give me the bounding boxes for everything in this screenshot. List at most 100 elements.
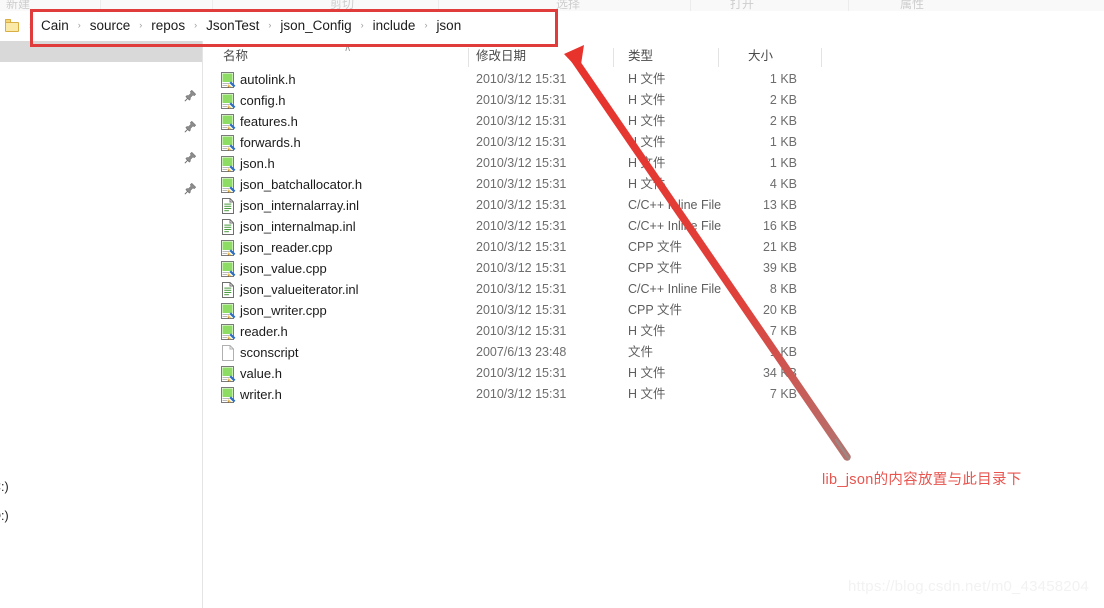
file-name: json_internalarray.inl bbox=[240, 198, 359, 213]
pin-icon[interactable] bbox=[184, 89, 197, 102]
pin-icon[interactable] bbox=[184, 120, 197, 133]
file-type: H 文件 bbox=[628, 177, 666, 191]
navigation-pane[interactable]: C:) D:) bbox=[0, 41, 203, 608]
column-header-date-modified[interactable]: 修改日期 bbox=[476, 41, 526, 69]
column-resize-handle[interactable] bbox=[468, 48, 469, 67]
file-row[interactable]: forwards.h 2010/3/12 15:31 H 文件 1 KB bbox=[203, 132, 1104, 153]
nav-pinned-item[interactable] bbox=[0, 178, 203, 199]
header-file-icon bbox=[220, 387, 236, 403]
file-name: json_reader.cpp bbox=[240, 240, 333, 255]
file-row[interactable]: value.h 2010/3/12 15:31 H 文件 34 KB bbox=[203, 363, 1104, 384]
column-resize-handle[interactable] bbox=[821, 48, 822, 67]
file-type: H 文件 bbox=[628, 324, 666, 338]
toolbar-button[interactable]: 属性 bbox=[900, 0, 924, 10]
breadcrumb-item-include[interactable]: include bbox=[369, 16, 420, 36]
breadcrumb-lead-chevron-icon[interactable]: › bbox=[24, 17, 37, 33]
toolbar-button[interactable]: 新建 bbox=[6, 0, 30, 10]
file-name: config.h bbox=[240, 93, 286, 108]
header-file-icon bbox=[220, 114, 236, 130]
file-row[interactable]: json_valueiterator.inl 2010/3/12 15:31 C/C… bbox=[203, 279, 1104, 300]
toolbar-button[interactable]: 剪切 bbox=[330, 0, 354, 10]
explorer-window: 新建 剪切 选择 打开 属性 › Cain › source › repos › JsonTest › j… bbox=[0, 0, 1104, 608]
address-bar[interactable]: › Cain › source › repos › JsonTest › json_Config ›… bbox=[0, 11, 1104, 42]
file-size: 1 KB bbox=[769, 156, 797, 170]
file-name: reader.h bbox=[240, 324, 288, 339]
breadcrumb-chevron-icon[interactable]: › bbox=[189, 17, 202, 33]
column-resize-handle[interactable] bbox=[613, 48, 614, 67]
header-file-icon bbox=[220, 366, 236, 382]
nav-pinned-item[interactable] bbox=[0, 116, 203, 137]
column-header-name[interactable]: 名称 bbox=[223, 41, 248, 69]
toolbar-separator bbox=[100, 0, 101, 11]
annotation-note-text: lib_json的内容放置与此目录下 bbox=[822, 472, 1022, 488]
file-size: 20 KB bbox=[762, 303, 797, 317]
breadcrumb-chevron-icon[interactable]: › bbox=[73, 17, 86, 33]
file-row[interactable]: json_internalarray.inl 2010/3/12 15:31 C/C… bbox=[203, 195, 1104, 216]
file-date-modified: 2010/3/12 15:31 bbox=[476, 324, 567, 338]
file-name: json_value.cpp bbox=[240, 261, 327, 276]
breadcrumb-chevron-icon[interactable]: › bbox=[356, 17, 369, 33]
sort-ascending-icon: ∧ bbox=[344, 43, 352, 54]
inline-file-icon bbox=[220, 282, 236, 298]
breadcrumb-chevron-icon[interactable]: › bbox=[263, 17, 276, 33]
column-header-row: 名称 ∧ 修改日期 类型 大小 bbox=[203, 41, 1104, 70]
file-row[interactable]: json_batchallocator.h 2010/3/12 15:31 H 文件… bbox=[203, 174, 1104, 195]
breadcrumb-item-source[interactable]: source bbox=[86, 16, 135, 36]
file-date-modified: 2010/3/12 15:31 bbox=[476, 198, 567, 212]
pin-icon[interactable] bbox=[184, 151, 197, 164]
file-date-modified: 2010/3/12 15:31 bbox=[476, 156, 567, 170]
breadcrumb-item-jsontest[interactable]: JsonTest bbox=[202, 16, 263, 36]
nav-drive-item[interactable]: C:) bbox=[0, 479, 9, 495]
file-row[interactable]: reader.h 2010/3/12 15:31 H 文件 7 KB bbox=[203, 321, 1104, 342]
file-type: H 文件 bbox=[628, 72, 666, 86]
nav-pinned-item[interactable] bbox=[0, 85, 203, 106]
header-file-icon bbox=[220, 135, 236, 151]
file-row[interactable]: json_writer.cpp 2010/3/12 15:31 CPP 文件 20 K… bbox=[203, 300, 1104, 321]
toolbar-button[interactable]: 选择 bbox=[556, 0, 580, 10]
file-date-modified: 2010/3/12 15:31 bbox=[476, 114, 567, 128]
file-name: features.h bbox=[240, 114, 298, 129]
column-header-type[interactable]: 类型 bbox=[628, 41, 653, 69]
inline-file-icon bbox=[220, 198, 236, 214]
file-date-modified: 2010/3/12 15:31 bbox=[476, 135, 567, 149]
file-row[interactable]: sconscript 2007/6/13 23:48 文件 1 KB bbox=[203, 342, 1104, 363]
file-row[interactable]: features.h 2010/3/12 15:31 H 文件 2 KB bbox=[203, 111, 1104, 132]
file-size: 39 KB bbox=[762, 261, 797, 275]
file-size: 13 KB bbox=[762, 198, 797, 212]
breadcrumb[interactable]: › Cain › source › repos › JsonTest › json_Config ›… bbox=[24, 11, 465, 41]
toolbar-separator bbox=[212, 0, 213, 11]
toolbar-separator bbox=[438, 0, 439, 11]
breadcrumb-chevron-icon[interactable]: › bbox=[419, 17, 432, 33]
nav-selected-row[interactable] bbox=[0, 41, 202, 62]
file-date-modified: 2007/6/13 23:48 bbox=[476, 345, 567, 359]
file-name: autolink.h bbox=[240, 72, 296, 87]
file-type: H 文件 bbox=[628, 156, 666, 170]
file-row[interactable]: json_internalmap.inl 2010/3/12 15:31 C/C++… bbox=[203, 216, 1104, 237]
file-list[interactable]: autolink.h 2010/3/12 15:31 H 文件 1 KB config.… bbox=[203, 69, 1104, 608]
file-row[interactable]: autolink.h 2010/3/12 15:31 H 文件 1 KB bbox=[203, 69, 1104, 90]
file-row[interactable]: config.h 2010/3/12 15:31 H 文件 2 KB bbox=[203, 90, 1104, 111]
column-resize-handle[interactable] bbox=[718, 48, 719, 67]
file-row[interactable]: json_reader.cpp 2010/3/12 15:31 CPP 文件 21 K… bbox=[203, 237, 1104, 258]
file-row[interactable]: json.h 2010/3/12 15:31 H 文件 1 KB bbox=[203, 153, 1104, 174]
file-date-modified: 2010/3/12 15:31 bbox=[476, 387, 567, 401]
breadcrumb-chevron-icon[interactable]: › bbox=[134, 17, 147, 33]
breadcrumb-item-json_config[interactable]: json_Config bbox=[276, 16, 355, 36]
column-header-size[interactable]: 大小 bbox=[748, 41, 773, 69]
file-name: json_internalmap.inl bbox=[240, 219, 356, 234]
breadcrumb-item-repos[interactable]: repos bbox=[147, 16, 189, 36]
nav-drive-item[interactable]: D:) bbox=[0, 508, 9, 524]
pin-icon[interactable] bbox=[184, 182, 197, 195]
breadcrumb-item-cain[interactable]: Cain bbox=[37, 16, 73, 36]
breadcrumb-item-json[interactable]: json bbox=[432, 16, 465, 36]
file-name: value.h bbox=[240, 366, 282, 381]
file-type: C/C++ Inline File bbox=[628, 282, 722, 296]
nav-pinned-item[interactable] bbox=[0, 147, 203, 168]
file-row[interactable]: writer.h 2010/3/12 15:31 H 文件 7 KB bbox=[203, 384, 1104, 405]
file-type: CPP 文件 bbox=[628, 240, 682, 254]
header-file-icon bbox=[220, 324, 236, 340]
file-name: json.h bbox=[240, 156, 275, 171]
file-row[interactable]: json_value.cpp 2010/3/12 15:31 CPP 文件 39 KB bbox=[203, 258, 1104, 279]
toolbar-button[interactable]: 打开 bbox=[730, 0, 754, 10]
inline-file-icon bbox=[220, 219, 236, 235]
